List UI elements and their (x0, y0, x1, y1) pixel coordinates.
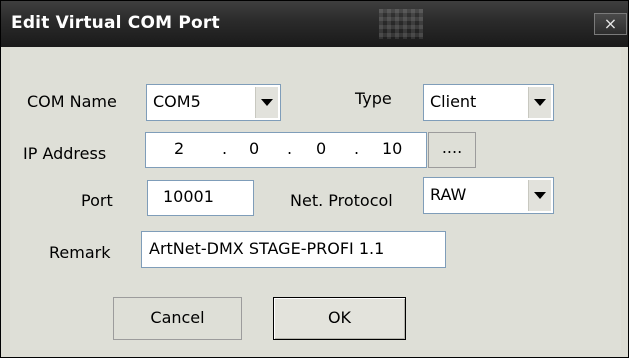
edit-virtual-com-port-dialog: Edit Virtual COM Port × COM Name COM5 Ty… (0, 0, 629, 358)
com-name-select[interactable]: COM5 (146, 84, 281, 121)
remark-input[interactable]: ArtNet-DMX STAGE-PROFI 1.1 (141, 231, 446, 268)
net-protocol-select[interactable]: RAW (423, 177, 554, 214)
port-label: Port (81, 191, 113, 210)
title-bar-grip (379, 9, 423, 39)
type-value: Client (430, 92, 477, 111)
ip-address-label: IP Address (23, 144, 107, 163)
ip-octet-3: 0 (316, 139, 327, 158)
type-select[interactable]: Client (423, 84, 554, 121)
cancel-button[interactable]: Cancel (113, 297, 242, 340)
ip-octet-1: 2 (174, 139, 185, 158)
ip-dot: . (354, 139, 360, 158)
net-protocol-dropdown-button[interactable] (528, 180, 551, 211)
ip-octet-2: 0 (249, 139, 260, 158)
dialog-title: Edit Virtual COM Port (11, 13, 220, 33)
remark-label: Remark (49, 243, 111, 262)
com-name-value: COM5 (153, 92, 201, 111)
ip-dot: . (287, 139, 293, 158)
type-label: Type (355, 89, 392, 108)
chevron-down-icon (534, 192, 546, 199)
title-bar[interactable]: Edit Virtual COM Port × (1, 1, 628, 47)
close-button[interactable]: × (594, 13, 627, 35)
net-protocol-label: Net. Protocol (290, 191, 393, 210)
com-name-label: COM Name (27, 92, 117, 111)
type-dropdown-button[interactable] (528, 87, 551, 118)
ip-address-field[interactable]: 2 . 0 . 0 . 10 (145, 132, 427, 168)
chevron-down-icon (534, 99, 546, 106)
ip-browse-button[interactable]: .... (428, 132, 476, 168)
ip-octet-4: 10 (382, 139, 403, 158)
ip-dot: . (222, 139, 228, 158)
net-protocol-value: RAW (430, 185, 467, 204)
close-icon: × (603, 14, 618, 33)
dialog-body: COM Name COM5 Type Client IP Address 2 .… (10, 47, 621, 350)
com-name-dropdown-button[interactable] (255, 87, 278, 118)
chevron-down-icon (261, 99, 273, 106)
port-input[interactable]: 10001 (147, 180, 254, 216)
ok-button[interactable]: OK (273, 297, 406, 340)
